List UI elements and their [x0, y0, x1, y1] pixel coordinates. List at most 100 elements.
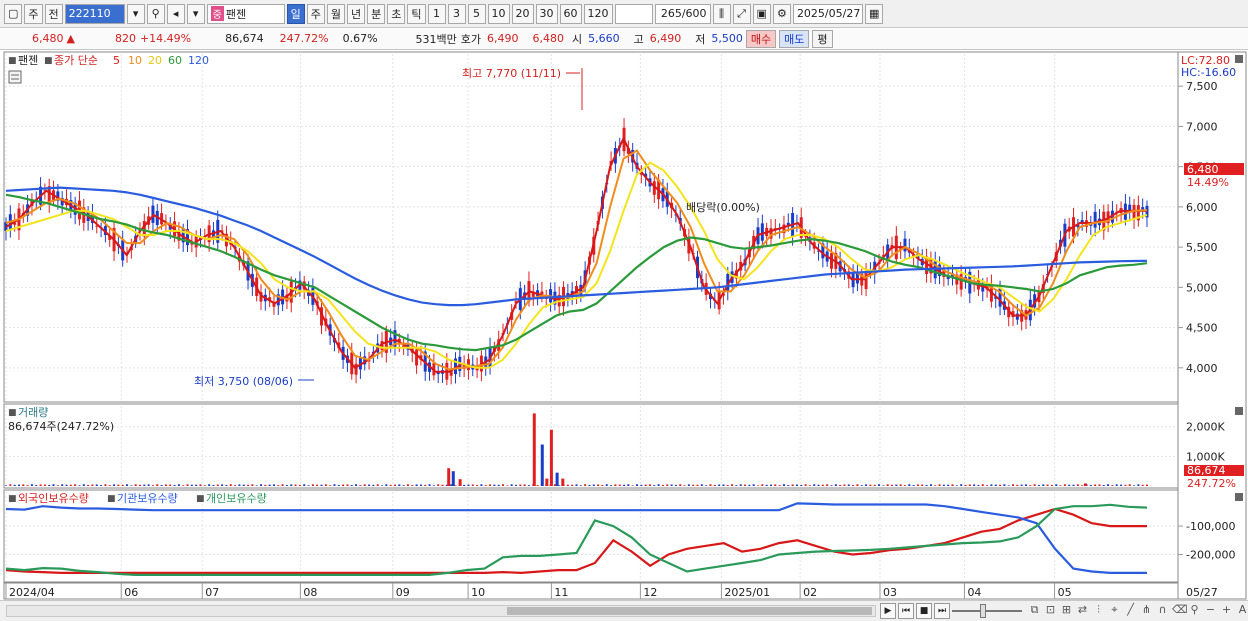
speaker-icon[interactable]: ◂: [166, 3, 185, 24]
stock-name-field[interactable]: 중 팬젠: [206, 3, 285, 24]
volume-bar: [91, 484, 94, 486]
volume-bar: [381, 485, 384, 486]
minute-1-button[interactable]: 1: [427, 3, 446, 24]
minute-5-button[interactable]: 5: [467, 3, 486, 24]
gear-icon[interactable]: ⚙: [772, 3, 791, 24]
volume-bar: [623, 484, 626, 486]
close-icon[interactable]: [1235, 493, 1243, 501]
volume-bar: [731, 484, 734, 486]
period-minute-button[interactable]: 분: [367, 3, 386, 24]
volume-bar: [372, 484, 375, 486]
layout-icon[interactable]: ⊡: [1044, 603, 1057, 617]
scrollbar-thumb[interactable]: [507, 607, 872, 615]
grid-icon[interactable]: ⊞: [1060, 603, 1073, 617]
volume-bar: [1050, 484, 1053, 486]
market-select[interactable]: 주: [24, 3, 43, 24]
chart-scrollbar[interactable]: [6, 605, 876, 617]
cursor-icon[interactable]: ⌖: [1108, 603, 1121, 617]
period-year-button[interactable]: 년: [347, 3, 366, 24]
volume-bar: [277, 485, 280, 486]
close-icon[interactable]: [1235, 55, 1243, 63]
period-month-button[interactable]: 월: [326, 3, 346, 24]
zoom-slider-knob[interactable]: [980, 604, 986, 618]
current-price-badge-text: 6,480: [1187, 163, 1219, 176]
calculator-icon[interactable]: [8, 70, 22, 84]
search-icon[interactable]: ⚲: [146, 3, 165, 24]
close-icon[interactable]: [1235, 407, 1243, 415]
volume-bar: [22, 484, 25, 486]
candle-body: [864, 272, 868, 290]
volume-spike: [1083, 483, 1087, 486]
volume-bar: [385, 484, 388, 486]
minute-120-button[interactable]: 120: [583, 3, 613, 24]
period-type-select[interactable]: 전: [44, 3, 63, 24]
zoom-out-icon[interactable]: ⚲: [1188, 603, 1201, 617]
stop-icon[interactable]: ■: [916, 603, 932, 619]
window-icon[interactable]: ▢: [4, 3, 23, 24]
minute-20-button[interactable]: 20: [511, 3, 534, 24]
stock-chart[interactable]: 2024/04 06 07 08 09 10 11 12 2025/01 02 03 04 05 4,00…: [0, 50, 1248, 600]
minus-icon[interactable]: −: [1204, 603, 1217, 617]
draw-tool-icon[interactable]: ⤢: [732, 3, 751, 24]
first-icon[interactable]: ⏮: [898, 603, 914, 619]
volume-bar: [216, 484, 219, 486]
volume-bar: [787, 485, 790, 486]
minute-3-button[interactable]: 3: [447, 3, 466, 24]
date-input[interactable]: 2025/05/27: [792, 3, 863, 24]
buy-button[interactable]: 매수: [745, 29, 777, 48]
indicator-icon[interactable]: ⫼: [712, 3, 731, 24]
scroll-right-icon[interactable]: ▶: [880, 603, 896, 619]
volume-bar: [1098, 484, 1101, 486]
volume-bar: [1141, 484, 1144, 486]
sell-button[interactable]: 매도: [779, 29, 810, 48]
volume-bar: [891, 484, 894, 486]
data-count-field[interactable]: 265/600: [654, 3, 711, 24]
magnet-icon[interactable]: ∩: [1156, 603, 1169, 617]
x-tick-label: 08: [303, 586, 317, 599]
eval-button[interactable]: 평: [812, 29, 833, 48]
minute-custom-input[interactable]: [614, 3, 653, 24]
volume-bar: [143, 484, 146, 486]
volume-bar: [519, 484, 522, 486]
high-label: 고: [633, 32, 644, 46]
eraser-icon[interactable]: ⌫: [1172, 603, 1188, 617]
volume-bar: [13, 484, 16, 486]
candle-icon[interactable]: ⫶: [1092, 603, 1105, 617]
stock-code-input[interactable]: 222110: [64, 3, 125, 24]
draw-line-icon[interactable]: ╱: [1124, 603, 1137, 617]
last-icon[interactable]: ⏭: [934, 603, 950, 619]
volume-bar: [774, 484, 777, 486]
volume-spike: [561, 478, 565, 486]
minute-30-button[interactable]: 30: [535, 3, 558, 24]
prev-stock-icon[interactable]: ▾: [186, 3, 205, 24]
copy-icon[interactable]: ⧉: [1028, 603, 1041, 617]
zoom-slider-track[interactable]: [952, 610, 1022, 612]
low-label: 저: [695, 32, 706, 46]
volume-bar: [424, 484, 427, 486]
volume-badge-text: 86,674: [1187, 464, 1226, 477]
minute-60-button[interactable]: 60: [559, 3, 582, 24]
draw-fork-icon[interactable]: ⋔: [1140, 603, 1153, 617]
volume-bar: [1111, 485, 1114, 486]
period-week-button[interactable]: 주: [306, 3, 325, 24]
volume-bar: [43, 484, 46, 486]
volume-bar: [229, 484, 232, 486]
period-tick-button[interactable]: 틱: [407, 3, 426, 24]
period-day-button[interactable]: 일: [286, 3, 305, 24]
calendar-icon[interactable]: ▦: [864, 3, 884, 24]
plus-icon[interactable]: +: [1220, 603, 1233, 617]
compare-icon[interactable]: ⇄: [1076, 603, 1089, 617]
minute-10-button[interactable]: 10: [487, 3, 510, 24]
volume-bar: [791, 484, 794, 486]
save-icon[interactable]: ▣: [752, 3, 771, 24]
volume-ratio: 247.72%: [279, 32, 329, 45]
text-size-icon[interactable]: A: [1236, 603, 1248, 617]
volume-bar: [147, 484, 150, 486]
code-dropdown-icon[interactable]: ▾: [126, 3, 145, 24]
period-second-button[interactable]: 초: [387, 3, 406, 24]
volume-bar: [393, 484, 396, 486]
volume-bar: [514, 484, 517, 486]
volume-bar: [186, 484, 189, 486]
change-arrow: ▲: [66, 32, 75, 45]
volume-bar: [852, 485, 855, 486]
